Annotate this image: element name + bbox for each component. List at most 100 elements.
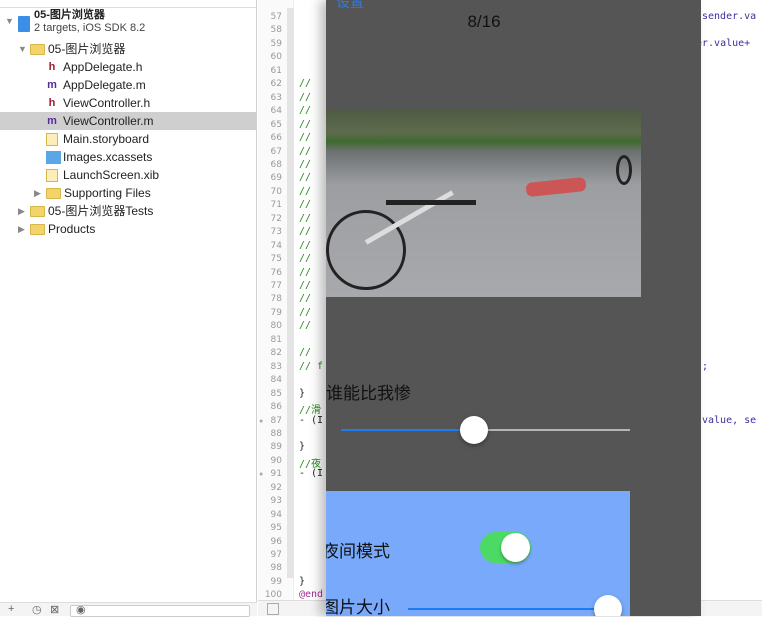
line-number: 63	[270, 92, 282, 103]
line-number: 98	[270, 563, 282, 574]
m-file-icon: m	[47, 115, 57, 127]
line-number: 83	[270, 361, 282, 372]
code-line-left: //	[299, 185, 312, 197]
line-number: 87	[270, 415, 282, 426]
ios-simulator-screen: 设置 8/16 谁能比我惨 夜间模式 图片大小	[326, 0, 701, 616]
line-number: 100	[264, 590, 282, 601]
disclosure-triangle-icon[interactable]: ▶	[34, 184, 41, 202]
code-line-left: //	[299, 132, 312, 144]
disclosure-triangle-icon[interactable]: ▶	[18, 220, 25, 238]
item-label: LaunchScreen.xib	[63, 168, 160, 182]
line-number: 60	[270, 52, 282, 63]
progress-slider[interactable]	[341, 416, 630, 444]
navigator-item[interactable]: Main.storyboard	[0, 130, 256, 148]
line-number: 72	[270, 213, 282, 224]
code-line-left: //	[299, 145, 312, 157]
code-line-left: //	[299, 320, 312, 332]
line-number: 59	[270, 38, 282, 49]
item-label: Main.storyboard	[63, 132, 150, 146]
code-line-left: //	[299, 347, 312, 359]
code-line-right: sender.va	[702, 11, 757, 22]
code-line-left: }	[299, 441, 306, 453]
navigator-item[interactable]: h AppDelegate.h	[0, 58, 256, 76]
night-mode-label: 夜间模式	[326, 542, 390, 561]
method-marker-icon[interactable]: ●	[259, 471, 263, 478]
project-navigator: ▼ 05-图片浏览器 2 targets, iOS SDK 8.2 ▼ 05-图片…	[0, 0, 257, 617]
navigator-item[interactable]: ▶ Supporting Files	[0, 184, 256, 202]
line-number: 85	[270, 388, 282, 399]
photo-image-view	[326, 110, 641, 297]
slider-thumb[interactable]	[459, 416, 488, 444]
line-number: 68	[270, 159, 282, 170]
navigator-item[interactable]: h ViewController.h	[0, 94, 256, 112]
method-marker-icon[interactable]: ●	[259, 418, 263, 425]
image-size-label: 图片大小	[326, 598, 390, 616]
line-number: 97	[270, 550, 282, 560]
debug-toggle-icon[interactable]	[267, 603, 279, 615]
disclosure-triangle-icon[interactable]: ▼	[5, 12, 14, 30]
item-label: Products	[48, 222, 96, 236]
filter-input[interactable]	[70, 605, 250, 617]
line-number: 94	[270, 509, 282, 520]
night-mode-switch[interactable]	[480, 532, 531, 563]
image-description: 谁能比我惨	[326, 384, 411, 403]
navigator-item[interactable]: m AppDelegate.m	[0, 76, 256, 94]
h-file-icon: h	[48, 61, 56, 73]
code-line-left: //	[299, 158, 312, 170]
slider-thumb[interactable]	[594, 595, 622, 616]
line-number: 80	[270, 321, 282, 332]
change-stripe	[287, 8, 294, 578]
image-size-slider[interactable]	[408, 595, 622, 616]
image-counter: 8/16	[467, 12, 501, 31]
slider-fill	[341, 429, 474, 431]
code-line-left: //	[299, 91, 312, 103]
xib-file-icon	[46, 169, 58, 182]
item-label: AppDelegate.m	[63, 78, 146, 92]
line-number: 90	[270, 455, 282, 466]
line-number: 75	[270, 254, 282, 265]
scm-icon[interactable]: ◉	[76, 603, 86, 616]
navigator-item[interactable]: ▼ 05-图片浏览器	[0, 40, 256, 58]
disclosure-triangle-icon[interactable]: ▶	[18, 202, 25, 220]
disclosure-triangle-icon[interactable]: ▼	[18, 40, 27, 58]
line-number: 79	[270, 307, 282, 318]
code-line-left: //	[299, 266, 312, 278]
item-label: ViewController.h	[63, 96, 151, 110]
item-label: Images.xcassets	[63, 150, 153, 164]
line-number: 99	[270, 576, 282, 587]
line-number: 58	[270, 25, 282, 36]
line-number: 73	[270, 227, 282, 238]
line-number: 76	[270, 267, 282, 278]
line-number: 64	[270, 106, 282, 117]
bike-handlebar	[386, 200, 476, 205]
xcassets-file-icon	[46, 151, 61, 164]
filter-icon[interactable]: ⊠	[50, 603, 59, 616]
item-label: Supporting Files	[64, 186, 151, 200]
code-line-left: - (I	[299, 414, 324, 426]
settings-button[interactable]: 设置	[336, 0, 364, 12]
navigator-item[interactable]: m ViewController.m	[0, 112, 256, 130]
folder-icon	[30, 206, 45, 217]
navigator-item[interactable]: Images.xcassets	[0, 148, 256, 166]
line-number: 82	[270, 348, 282, 359]
code-line-left: }	[299, 387, 306, 399]
line-number: 95	[270, 523, 282, 534]
code-line-left: // f	[299, 360, 324, 372]
clock-icon[interactable]: ◷	[32, 603, 42, 616]
plus-icon[interactable]: +	[8, 603, 14, 615]
line-number: 77	[270, 281, 282, 291]
navigator-item[interactable]: ▶ 05-图片浏览器Tests	[0, 202, 256, 220]
line-number: 70	[270, 186, 282, 197]
code-line-left: //	[299, 280, 312, 291]
code-line-left: //	[299, 253, 312, 265]
line-number: 69	[270, 173, 282, 184]
code-line-left: //	[299, 293, 312, 305]
project-root[interactable]: ▼ 05-图片浏览器 2 targets, iOS SDK 8.2	[0, 9, 256, 40]
navigator-item[interactable]: LaunchScreen.xib	[0, 166, 256, 184]
item-label: AppDelegate.h	[63, 60, 143, 74]
distant-wheel	[616, 155, 632, 185]
navigator-item[interactable]: ▶ Products	[0, 220, 256, 238]
code-line-left: //	[299, 105, 312, 117]
m-file-icon: m	[47, 79, 57, 91]
project-icon	[18, 16, 30, 32]
